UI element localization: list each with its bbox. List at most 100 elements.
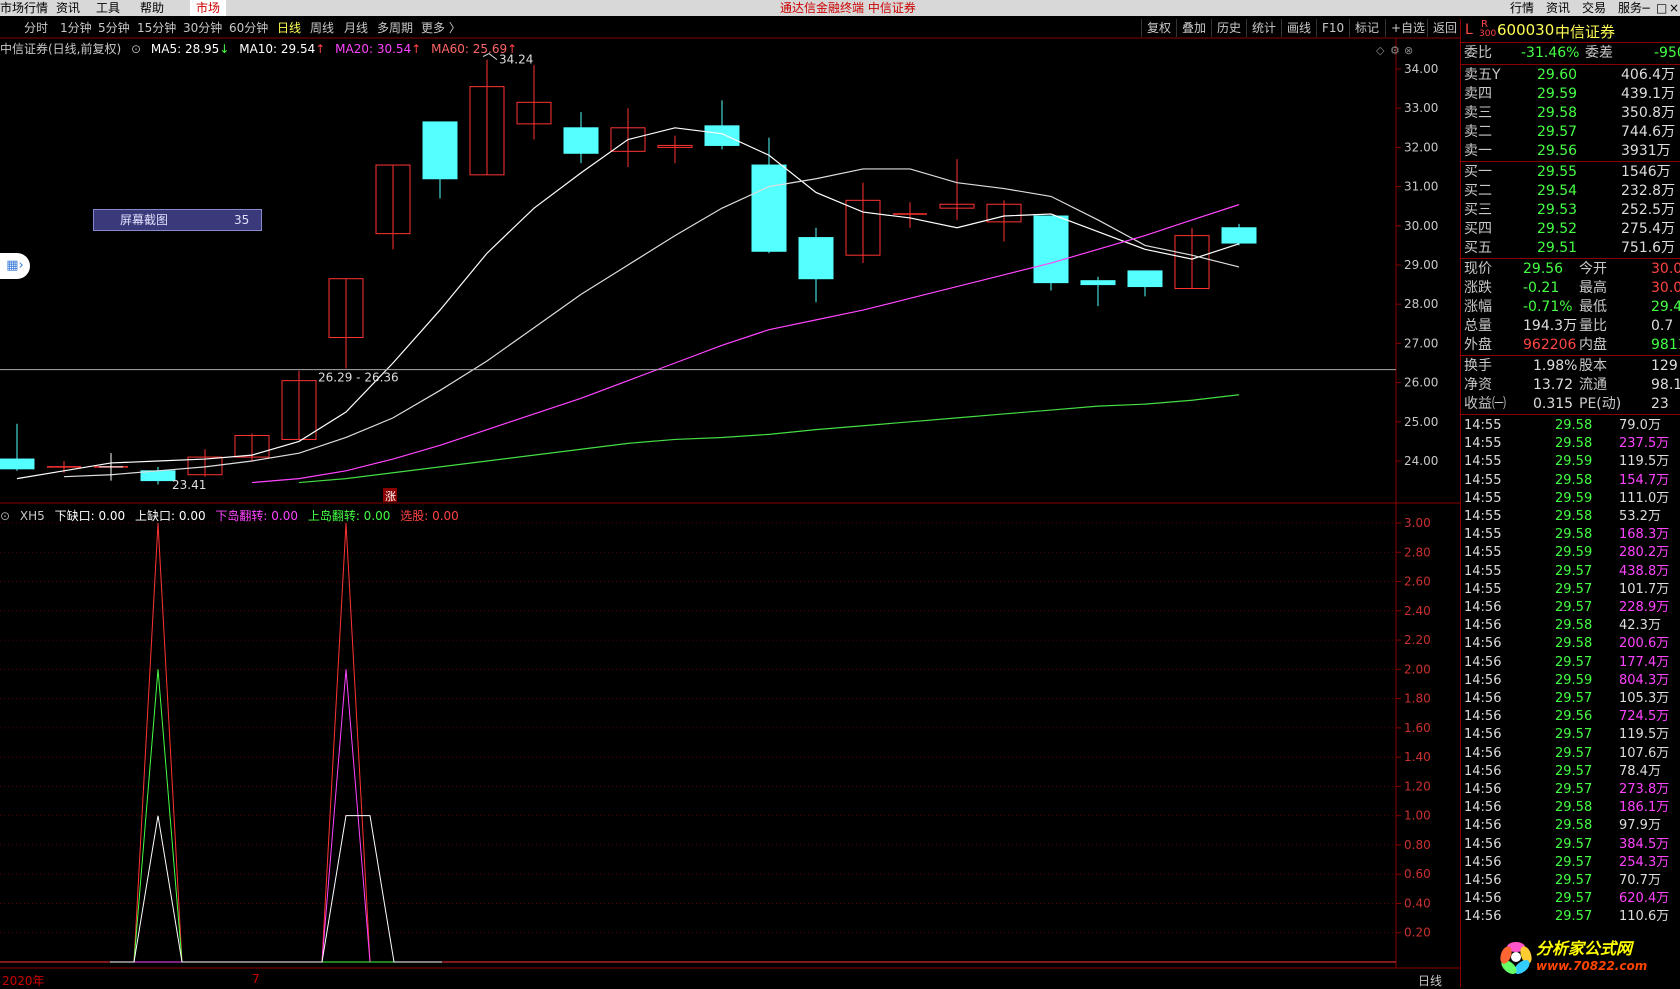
tick-row[interactable]: 14:55 29.58 154.7万 [1461,472,1680,490]
tick-row[interactable]: 14:56 29.56 724.5万 [1461,708,1680,726]
tick-row[interactable]: 14:56 29.57 119.5万 [1461,726,1680,744]
stat-row[interactable]: 总量 194.3万 量比 0.7 [1461,317,1680,336]
bid-price: 29.52 [1537,221,1578,237]
legend-toggle-icon[interactable]: ⊙ [0,509,10,523]
stat-row[interactable]: 涨幅 -0.71% 最低 29.4 [1461,298,1680,317]
tick-row[interactable]: 14:56 29.58 42.3万 [1461,617,1680,635]
stock-name: 中信证券 [1555,23,1616,41]
stat-value: 0.315 [1533,396,1574,412]
ask-price: 29.57 [1537,124,1578,140]
up-marker-label: 涨 [385,490,396,503]
tick-time: 14:55 [1464,418,1502,433]
tick-time: 14:56 [1464,636,1502,652]
stat-row[interactable]: 外盘 962206内盘 98113 [1461,336,1680,355]
watermark-logo: 分析家公式网 www.70822.com [1488,927,1680,987]
menu-service[interactable]: 服务 [1618,0,1642,16]
tick-row[interactable]: 14:56 29.58 186.1万 [1461,799,1680,817]
tick-row[interactable]: 14:56 29.57 105.3万 [1461,690,1680,708]
tick-row[interactable]: 14:56 29.57 384.5万 [1461,836,1680,854]
bid-price: 29.54 [1537,183,1578,199]
ask-row[interactable]: 卖一 29.56 3931万 [1461,142,1680,161]
tick-row[interactable]: 14:56 29.57 70.7万 [1461,872,1680,890]
bid-label: 买五 [1464,240,1492,256]
tick-row[interactable]: 14:55 29.59 111.0万 [1461,490,1680,508]
kline-chart[interactable]: 34.00 33.00 32.00 31.00 30.00 29.00 28.00 27.00… [0,0,1460,987]
tick-row[interactable]: 14:56 29.57 78.4万 [1461,763,1680,781]
tick-volume: 237.5万 [1619,436,1670,452]
ask-row[interactable]: 卖四 29.59 439.1万 [1461,85,1680,104]
stat-row[interactable]: 换手 1.98% 股本 129 [1461,357,1680,376]
bid-row[interactable]: 买三 29.53 252.5万 [1461,201,1680,220]
weibi-row: 委比 -31.46% 委差 -950 [1464,45,1680,61]
ma60-legend: MA60: 25.69 [431,42,508,56]
ind-tick-label: 2.20 [1404,633,1431,647]
stat-row[interactable]: 涨跌 -0.21 最高 30.0 [1461,279,1680,298]
watermark-text: 分析家公式网 [1536,939,1633,958]
screenshot-popup[interactable]: 屏幕截图 35 [93,209,262,231]
ma20-line [251,204,1240,484]
ask-row[interactable]: 卖三 29.58 350.8万 [1461,104,1680,123]
ma20-legend: MA20: 30.54 [335,42,412,56]
tick-price: 29.57 [1555,854,1593,870]
tick-row[interactable]: 14:55 29.59 119.5万 [1461,453,1680,471]
menu-quote[interactable]: 行情 [1510,0,1534,16]
tick-row[interactable]: 14:55 29.58 53.2万 [1461,508,1680,526]
stat-value: -0.71% [1523,299,1573,315]
ask-row[interactable]: 卖五Y 29.60 406.4万 [1461,66,1680,85]
tick-row[interactable]: 14:56 29.57 620.4万 [1461,890,1680,908]
bid-volume: 232.8万 [1621,183,1676,199]
menu-trade[interactable]: 交易 [1582,0,1606,16]
tick-row[interactable]: 14:55 29.58 168.3万 [1461,526,1680,544]
bid-row[interactable]: 买五 29.51 751.6万 [1461,239,1680,258]
close-pane-icon: ⊗ [1404,44,1413,57]
tick-row[interactable]: 14:56 29.58 200.6万 [1461,635,1680,653]
ask-row[interactable]: 卖二 29.57 744.6万 [1461,123,1680,142]
tick-volume: 200.6万 [1619,636,1670,652]
stat-row[interactable]: 净资 13.72 流通 98.1 [1461,376,1680,395]
close-icon[interactable]: × [1669,0,1679,16]
tick-row[interactable]: 14:56 29.57 254.3万 [1461,854,1680,872]
tick-row[interactable]: 14:56 29.57 273.8万 [1461,781,1680,799]
tick-row[interactable]: 14:55 29.57 438.8万 [1461,563,1680,581]
tick-price: 29.58 [1555,418,1593,433]
bid-label: 买一 [1464,164,1492,180]
tick-time: 14:56 [1464,727,1502,743]
tick-row[interactable]: 14:56 29.57 107.6万 [1461,745,1680,763]
tick-row[interactable]: 14:56 29.57 228.9万 [1461,599,1680,617]
tick-price: 29.57 [1555,654,1593,670]
minimize-icon[interactable]: − [1641,0,1651,16]
down-gap-value: 下缺口: 0.00 [54,509,126,523]
restore-icon[interactable]: □ [1656,0,1667,16]
tick-price: 29.57 [1555,763,1593,779]
stat-row[interactable]: 现价 29.56 今开 30.0 [1461,260,1680,279]
bid-price: 29.55 [1537,164,1578,180]
bid-row[interactable]: 买一 29.55 1546万 [1461,163,1680,182]
ask-price: 29.59 [1537,86,1578,102]
tick-price: 29.58 [1555,800,1593,816]
bid-row[interactable]: 买四 29.52 275.4万 [1461,220,1680,239]
tick-volume: 79.0万 [1619,418,1661,433]
tick-row[interactable]: 14:56 29.58 97.9万 [1461,817,1680,835]
stock-code: 600030 [1497,21,1555,39]
stat-value: 962206 [1523,337,1577,353]
ask-price: 29.58 [1537,105,1578,121]
bid-row[interactable]: 买二 29.54 232.8万 [1461,182,1680,201]
footer-period-label[interactable]: 日线 [1418,972,1442,989]
tick-price: 29.57 [1555,727,1593,743]
tick-price: 29.59 [1555,454,1593,470]
tick-row[interactable]: 14:56 29.57 177.4万 [1461,654,1680,672]
tick-row[interactable]: 14:55 29.57 101.7万 [1461,581,1680,599]
tick-row[interactable]: 14:55 29.58 237.5万 [1461,435,1680,453]
tick-row[interactable]: 14:55 29.58 79.0万 [1461,417,1680,435]
tick-volume: 724.5万 [1619,709,1670,725]
tick-row[interactable]: 14:56 29.57 110.6万 [1461,908,1680,926]
menu-info[interactable]: 资讯 [1546,0,1570,16]
stat-value: 129 [1651,358,1678,374]
tick-row[interactable]: 14:56 29.59 804.3万 [1461,672,1680,690]
legend-toggle-icon[interactable]: ⊙ [131,42,141,56]
tick-row[interactable]: 14:55 29.59 280.2万 [1461,544,1680,562]
stat-row[interactable]: 收益㈠ 0.315 PE(动) 23 [1461,395,1680,414]
stat-value: 98.1 [1651,377,1680,393]
side-panel-button[interactable]: ▦› [0,253,30,279]
y-tick-label: 34.00 [1404,62,1438,76]
